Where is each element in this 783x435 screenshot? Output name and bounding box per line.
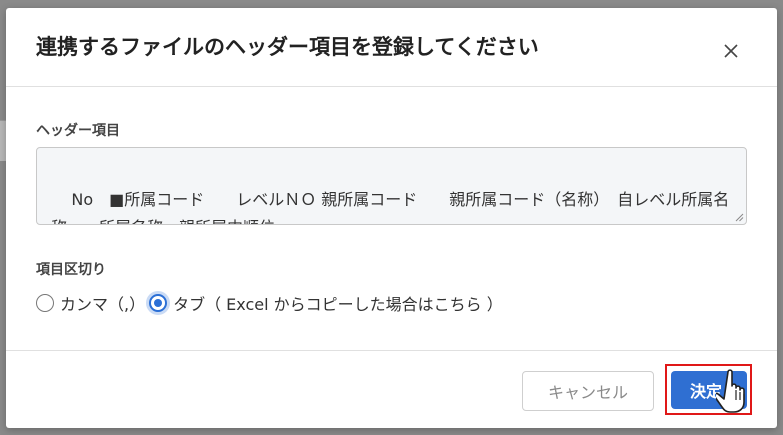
radio-tab[interactable] [149,294,168,312]
cancel-button[interactable]: キャンセル [522,371,654,411]
header-items-label: ヘッダー項目 [36,123,120,139]
dialog-title: 連携するファイルのヘッダー項目を登録してください [36,35,539,59]
header-registration-dialog: 連携するファイルのヘッダー項目を登録してください ヘッダー項目 No ■所属コー… [6,8,777,428]
dialog-header: 連携するファイルのヘッダー項目を登録してください [6,8,777,87]
resize-grip-icon[interactable] [734,212,744,222]
radio-comma[interactable] [36,294,54,312]
close-button[interactable] [716,36,746,66]
header-items-value: No ■所属コード レベルＮＯ 親所属コード 親所属コード（名称） 自レベル所属… [51,190,730,224]
delimiter-label: 項目区切り [36,262,106,278]
radio-tab-label[interactable]: タブ（ Excel からコピーした場合はこちら ） [173,291,503,315]
ok-button[interactable]: 決定 [671,371,747,409]
header-items-textarea[interactable]: No ■所属コード レベルＮＯ 親所属コード 親所属コード（名称） 自レベル所属… [36,147,747,225]
dialog-footer: キャンセル 決定 [6,350,777,429]
close-icon [724,44,738,58]
delimiter-radio-group: カンマ（,） タブ（ Excel からコピーした場合はこちら ） [36,290,503,316]
radio-comma-label[interactable]: カンマ（,） [60,291,145,315]
